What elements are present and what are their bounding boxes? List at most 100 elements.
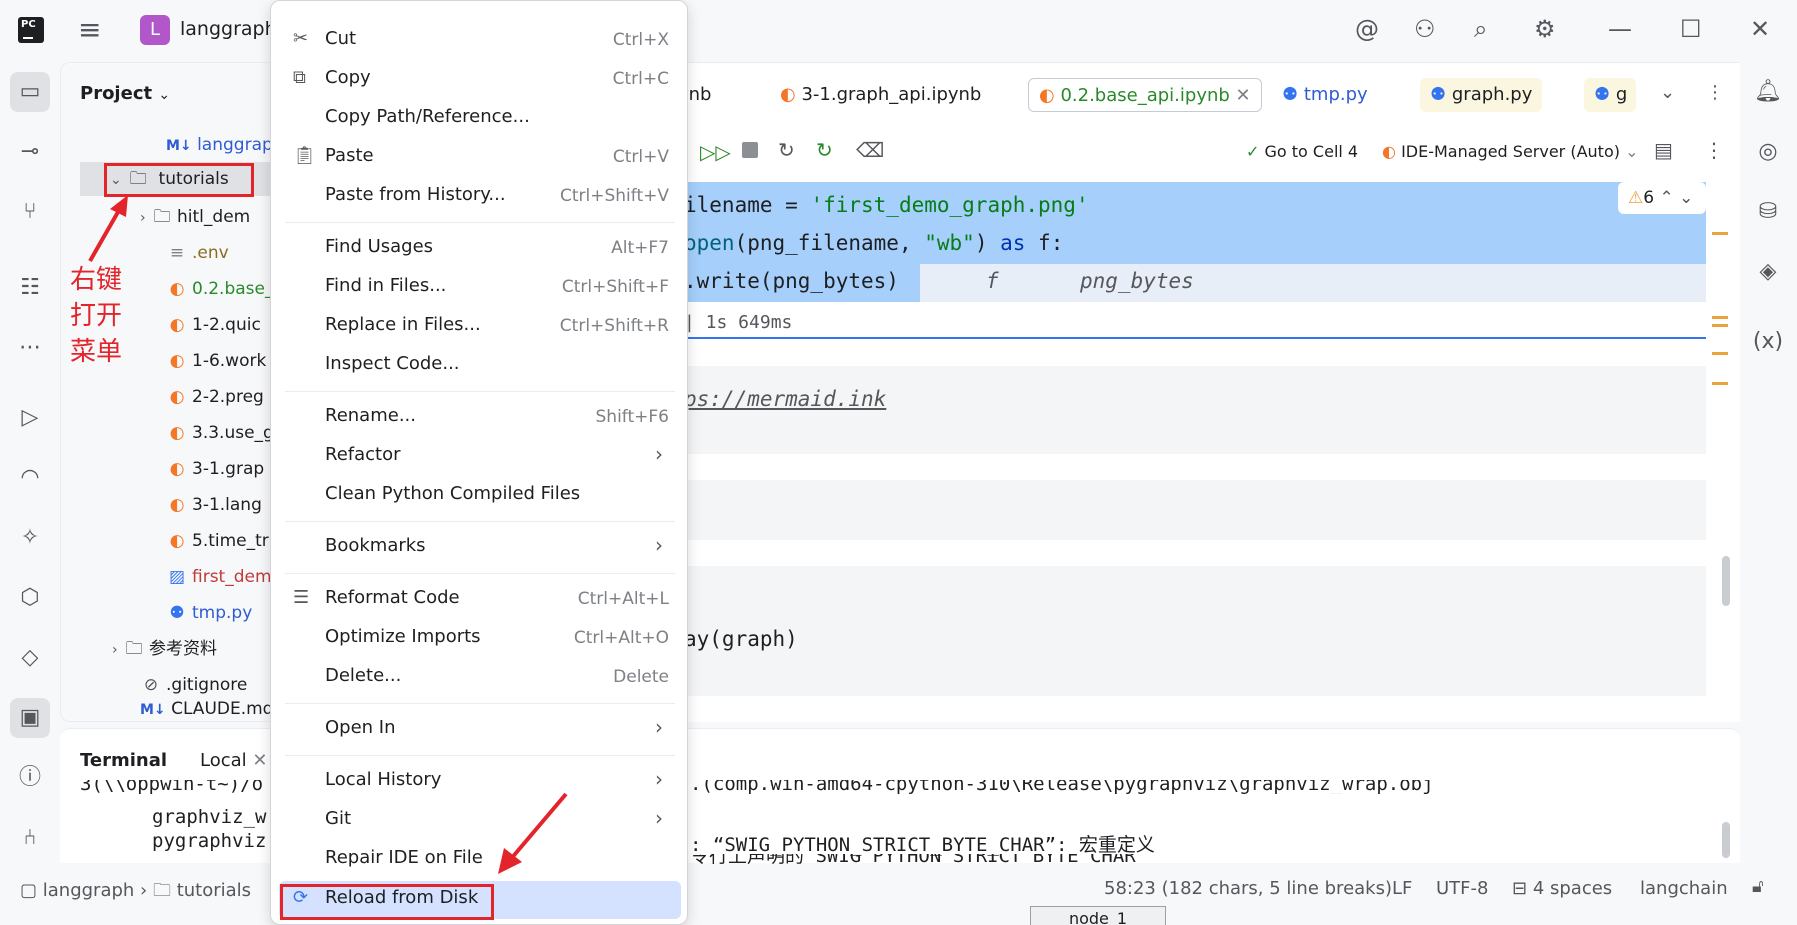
main-menu-icon[interactable]: ≡ [78,16,101,44]
add-user-icon[interactable]: ⚇ [1414,14,1436,44]
tree-item-notebook[interactable]: ◐ 3-1.lang [166,488,262,522]
structure-icon[interactable]: ☷ [10,268,50,308]
output-url-link[interactable]: ps://mermaid.ink [684,380,886,418]
terminal-tab-local[interactable]: Local ✕ [200,750,267,771]
settings-gear-icon[interactable]: ⚙ [1534,14,1556,44]
menu-item-inspect-code[interactable]: Inspect Code... [271,347,689,385]
inspection-widget[interactable]: ⚠6 ⌃ ⌄ [1618,182,1706,214]
git-icon[interactable]: ⑃ [10,818,50,858]
code-line[interactable]: ay(graph) [684,620,798,658]
services-icon[interactable]: ◇ [10,638,50,678]
lock-icon[interactable]: 🔓︎ [1752,876,1764,897]
tree-item-notebook[interactable]: ◐ 5.time_tr [166,524,269,558]
project-panel-title[interactable]: Project ⌄ [80,83,170,104]
tree-item-notebook[interactable]: ◐ 1-6.work [166,344,267,378]
menu-item-refactor[interactable]: Refactor › [271,438,689,476]
restart-run-all-icon[interactable]: ↻ [816,138,833,162]
run-all-icon[interactable]: ▷▷ [700,140,731,164]
notifications-bell-icon[interactable]: 🔔︎ [1748,72,1788,112]
ai-chat-icon[interactable]: ◎ [1748,132,1788,172]
go-to-cell-button[interactable]: ✓ Go to Cell 4 [1246,142,1358,161]
tree-item-gitignore[interactable]: ⊘ .gitignore [140,668,247,702]
restart-kernel-icon[interactable]: ↻ [778,138,795,162]
warning-marker[interactable] [1712,316,1728,319]
code-line[interactable]: open(png_filename, "wb") as f: [684,224,1063,262]
run-icon[interactable]: ▷ [10,398,50,438]
editor-tab-active[interactable]: ◐ 0.2.base_api.ipynb ✕ [1028,78,1262,112]
project-name[interactable]: langgraph [180,18,277,40]
menu-item-replace-in-files[interactable]: Replace in Files... Ctrl+Shift+R [271,308,689,346]
python-packages-icon[interactable]: ⬡ [10,578,50,618]
commit-icon[interactable]: ⊸ [10,132,50,172]
menu-item-repair-ide[interactable]: Repair IDE on File [271,841,689,879]
code-line[interactable]: .write(png_bytes) [684,262,899,300]
server-selector[interactable]: ◐ IDE-Managed Server (Auto) ⌄ [1382,142,1638,161]
line-separator[interactable]: LF [1392,878,1412,899]
menu-item-copy-path[interactable]: Copy Path/Reference... [271,100,689,138]
search-icon[interactable]: ⌕ [1474,14,1487,44]
tree-item-claude-md[interactable]: M↓ CLAUDE.md [140,700,273,718]
menu-item-optimize-imports[interactable]: Optimize Imports Ctrl+Alt+O [271,620,689,658]
warning-marker[interactable] [1712,352,1728,355]
tree-item-readme[interactable]: M↓ langgraph [166,128,284,162]
menu-item-find-usages[interactable]: Find Usages Alt+F7 [271,230,689,268]
menu-item-cut[interactable]: ✂ Cut Ctrl+X [271,22,689,60]
menu-item-paste-history[interactable]: Paste from History... Ctrl+Shift+V [271,178,689,216]
menu-item-clean-compiled[interactable]: Clean Python Compiled Files [271,477,689,515]
tree-item-references[interactable]: › 🗀︎ 参考资料 [112,632,217,666]
tree-item-tmp-py[interactable]: ⚉ tmp.py [166,596,252,630]
jupyter-icon[interactable]: ◠ [10,458,50,498]
python-console-icon[interactable]: ✧ [10,518,50,558]
tabs-more-icon[interactable]: ⋮ [1706,82,1724,103]
warning-marker[interactable] [1712,232,1728,235]
terminal-scrollbar[interactable] [1722,822,1730,858]
project-folder-icon[interactable]: ▭ [10,72,50,112]
tree-item-notebook[interactable]: ◐ 2-2.preg [166,380,264,414]
terminal-icon[interactable]: ▣ [10,698,50,738]
editor-more-icon[interactable]: ⋮ [1704,138,1724,162]
project-badge[interactable]: L [140,15,170,45]
close-tab-icon[interactable]: ✕ [1236,85,1251,106]
editor-scrollbar[interactable] [1722,556,1730,606]
indent-setting[interactable]: ⊟ 4 spaces [1512,878,1612,899]
interpreter-selector[interactable]: langchain [1640,878,1728,899]
stop-icon[interactable] [742,142,758,158]
clear-outputs-icon[interactable]: ⌫ [856,138,884,162]
file-encoding[interactable]: UTF-8 [1436,878,1488,899]
ai-assistant-icon[interactable]: @ [1355,14,1379,44]
menu-item-open-in[interactable]: Open In › [271,711,689,749]
menu-item-bookmarks[interactable]: Bookmarks › [271,529,689,567]
tree-item-hitl-demo[interactable]: › 🗀︎ hitl_dem [140,200,250,234]
more-tools-icon[interactable]: ⋯ [10,328,50,368]
caret-position[interactable]: 58:23 (182 chars, 5 line breaks) [1104,878,1392,899]
editor-tab[interactable]: ⚉ tmp.py [1272,78,1378,112]
variables-view-icon[interactable]: ▤ [1654,138,1673,162]
pull-requests-icon[interactable]: ⑂ [10,192,50,232]
menu-item-reformat-code[interactable]: ☰ Reformat Code Ctrl+Alt+L [271,581,689,619]
minimize-icon[interactable]: — [1608,14,1632,44]
menu-item-local-history[interactable]: Local History › [271,763,689,801]
editor-tab[interactable]: ◐ 3-1.graph_api.ipynb [770,78,991,112]
tree-item-notebook[interactable]: ◐ 3.3.use_g [166,416,274,450]
tree-item-notebook[interactable]: ◐ 1-2.quic [166,308,261,342]
maximize-icon[interactable]: ☐ [1680,14,1702,44]
tree-item-notebook[interactable]: ◐ 3-1.grap [166,452,265,486]
warning-marker[interactable] [1712,382,1728,385]
variables-icon[interactable]: (x) [1748,322,1788,362]
problems-icon[interactable]: ⓘ [10,758,50,798]
database-icon[interactable]: ⛁ [1748,192,1788,232]
plugin-icon[interactable]: ◈ [1748,252,1788,292]
menu-item-copy[interactable]: ⧉ Copy Ctrl+C [271,61,689,99]
editor-tab[interactable]: ⚉ graph.py [1420,78,1543,112]
tree-item-env[interactable]: ≡ .env [166,236,229,270]
menu-item-find-in-files[interactable]: Find in Files... Ctrl+Shift+F [271,269,689,307]
warning-marker[interactable] [1712,324,1728,327]
code-line[interactable]: ilename = 'first_demo_graph.png' [684,186,1089,224]
tabs-dropdown-icon[interactable]: ⌄ [1660,82,1675,103]
close-window-icon[interactable]: ✕ [1750,14,1770,44]
breadcrumb[interactable]: ▢ langgraph › 🗀︎ tutorials [20,878,251,908]
tree-item-notebook[interactable]: ◐ 0.2.base_ [166,272,274,306]
tree-item-image[interactable]: ▨ first_dem [166,560,272,594]
editor-tab[interactable]: ⚉ g [1584,78,1636,112]
menu-item-delete[interactable]: Delete... Delete [271,659,689,697]
